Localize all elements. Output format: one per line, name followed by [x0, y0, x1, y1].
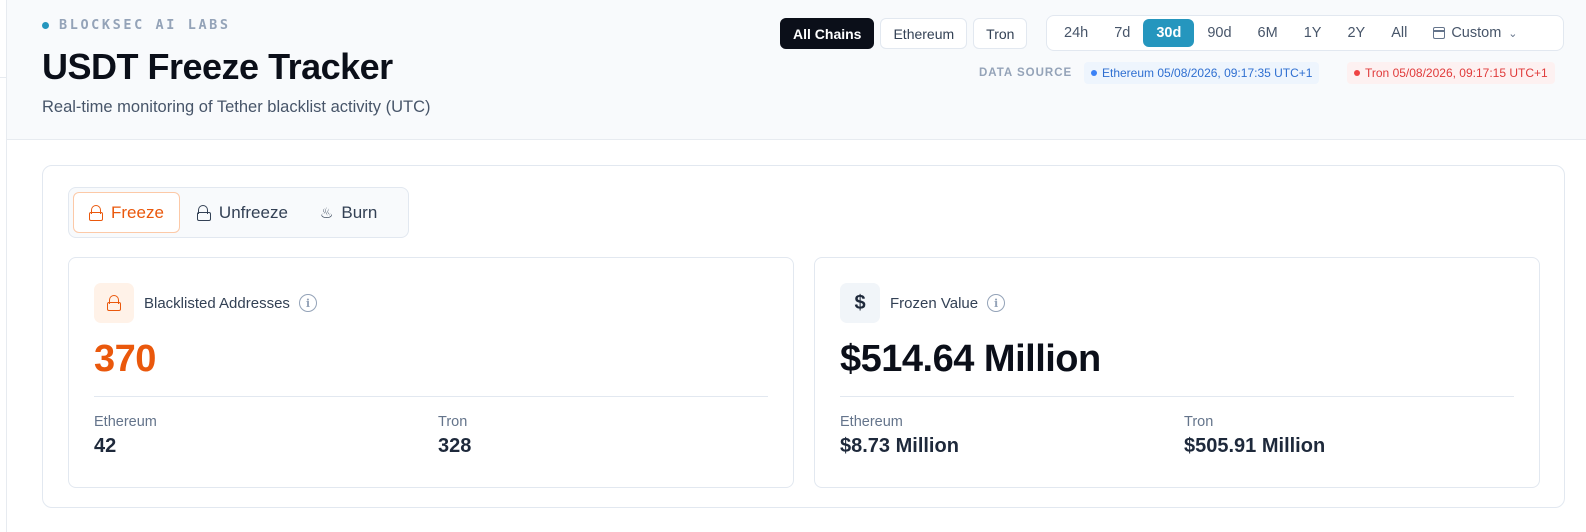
ethereum-source-badge: Ethereum 05/08/2026, 09:17:35 UTC+1	[1084, 62, 1320, 84]
range-1y-button[interactable]: 1Y	[1291, 19, 1335, 47]
tron-source-badge: Tron 05/08/2026, 09:17:15 UTC+1	[1347, 62, 1555, 84]
flame-icon: ♨	[319, 204, 334, 222]
tab-unfreeze[interactable]: Unfreeze	[182, 192, 303, 233]
time-range-filter: 24h 7d 30d 90d 6M 1Y 2Y All Custom ⌄	[1046, 15, 1564, 51]
brand-dot-icon	[42, 21, 49, 29]
tab-burn[interactable]: ♨ Burn	[305, 192, 392, 233]
header: BLOCKSEC AI LABS USDT Freeze Tracker Rea…	[7, 0, 1586, 140]
page: BLOCKSEC AI LABS USDT Freeze Tracker Rea…	[0, 0, 1586, 532]
frozen-label: Frozen Value	[890, 294, 979, 312]
range-all-button[interactable]: All	[1378, 19, 1420, 47]
brand-label: BLOCKSEC AI LABS	[59, 17, 231, 33]
breakdown-value: 328	[438, 435, 472, 457]
range-30d-button[interactable]: 30d	[1143, 19, 1195, 47]
breakdown-value: 42	[94, 435, 117, 457]
breakdown-label: Ethereum	[94, 414, 157, 430]
tron-breakdown: Tron 328	[438, 414, 471, 458]
blacklisted-addresses-card: Blacklisted Addresses i 370 Ethereum 42 …	[68, 257, 794, 488]
ethereum-breakdown: Ethereum 42	[94, 414, 157, 458]
tab-freeze-label: Freeze	[111, 202, 164, 222]
lock-icon	[89, 204, 103, 221]
rail-divider	[0, 77, 7, 78]
page-title: USDT Freeze Tracker	[42, 46, 393, 87]
blacklisted-total: 370	[94, 338, 156, 380]
range-24h-button[interactable]: 24h	[1051, 19, 1101, 47]
calendar-icon	[1433, 27, 1446, 39]
left-rail	[0, 0, 7, 532]
breakdown-value: $505.91 Million	[1184, 435, 1326, 457]
range-90d-button[interactable]: 90d	[1194, 19, 1244, 47]
breakdown-label: Ethereum	[840, 414, 903, 430]
lock-icon	[107, 295, 121, 311]
breakdown-value: $8.73 Million	[840, 435, 959, 457]
chain-filter: All Chains Ethereum Tron	[780, 18, 1028, 49]
frozen-value-card: $ Frozen Value i $514.64 Million Ethereu…	[814, 257, 1540, 488]
tron-dot-icon	[1354, 70, 1360, 76]
card-label: Blacklisted Addresses i	[144, 294, 317, 312]
data-source-label: DATA SOURCE	[979, 67, 1073, 79]
range-7d-button[interactable]: 7d	[1101, 19, 1143, 47]
divider	[94, 396, 768, 397]
ethereum-source-text: Ethereum 05/08/2026, 09:17:35 UTC+1	[1102, 66, 1313, 80]
chain-tron-button[interactable]: Tron	[973, 18, 1028, 49]
frozen-total: $514.64 Million	[840, 338, 1101, 380]
card-label: Frozen Value i	[890, 294, 1006, 312]
page-subtitle: Real-time monitoring of Tether blacklist…	[42, 98, 431, 116]
tab-burn-label: Burn	[341, 202, 378, 222]
breakdown-label: Tron	[1184, 414, 1214, 430]
card-icon-box	[94, 283, 134, 323]
blacklisted-label: Blacklisted Addresses	[144, 294, 290, 312]
range-2y-button[interactable]: 2Y	[1334, 19, 1378, 47]
chain-ethereum-button[interactable]: Ethereum	[880, 18, 968, 49]
tron-source-text: Tron 05/08/2026, 09:17:15 UTC+1	[1365, 66, 1548, 80]
range-custom-dropdown[interactable]: Custom ⌄	[1420, 19, 1530, 47]
info-icon[interactable]: i	[987, 294, 1006, 312]
range-6m-button[interactable]: 6M	[1245, 19, 1291, 47]
custom-label: Custom	[1451, 25, 1502, 41]
chevron-down-icon: ⌄	[1508, 27, 1518, 40]
dollar-icon: $	[840, 283, 880, 323]
brand: BLOCKSEC AI LABS	[42, 17, 231, 33]
stats-panel: Freeze Unfreeze ♨ Burn Blacklisted Addre…	[42, 165, 1565, 508]
ethereum-dot-icon	[1091, 70, 1097, 76]
breakdown-label: Tron	[438, 414, 468, 430]
tab-unfreeze-label: Unfreeze	[218, 202, 288, 222]
ethereum-breakdown: Ethereum $8.73 Million	[840, 414, 959, 458]
activity-tabs: Freeze Unfreeze ♨ Burn	[68, 187, 409, 238]
tab-freeze[interactable]: Freeze	[73, 192, 180, 233]
unlock-icon	[196, 204, 211, 221]
divider	[840, 396, 1514, 397]
tron-breakdown: Tron $505.91 Million	[1184, 414, 1325, 458]
chain-all-button[interactable]: All Chains	[780, 18, 875, 49]
info-icon[interactable]: i	[298, 294, 317, 312]
